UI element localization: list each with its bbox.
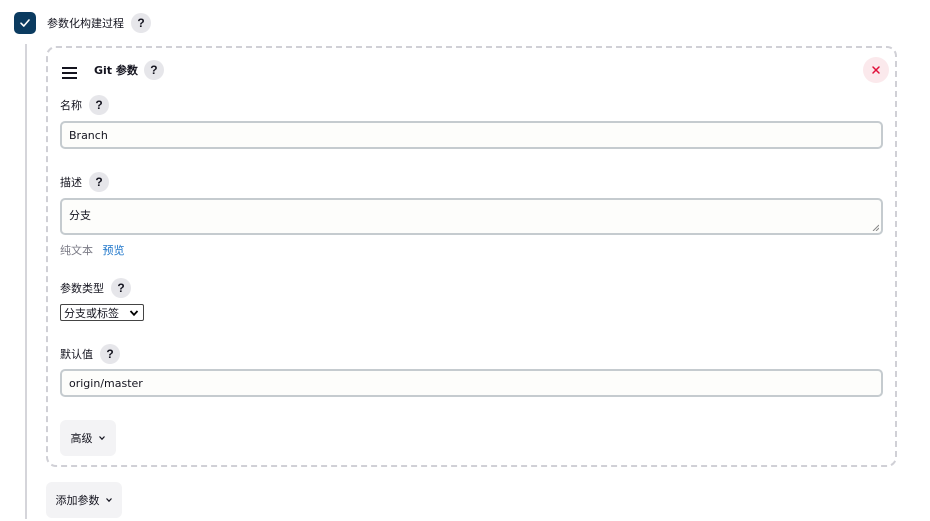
section-guide-line <box>25 44 27 519</box>
chevron-down-icon <box>129 310 139 317</box>
description-format-row: 纯文本 预览 <box>60 242 125 258</box>
name-help-button[interactable]: ? <box>89 95 109 115</box>
default-help-button[interactable]: ? <box>100 344 120 364</box>
check-icon <box>20 19 30 27</box>
plain-text-label: 纯文本 <box>60 244 93 257</box>
parameterized-row: 参数化构建过程 ? <box>14 12 151 34</box>
card-title: Git 参数 <box>94 64 138 77</box>
default-label-row: 默认值 ? <box>60 344 120 364</box>
card-title-help-button[interactable]: ? <box>143 60 164 80</box>
advanced-label: 高级 <box>70 432 93 445</box>
type-help-button[interactable]: ? <box>111 278 131 298</box>
chevron-down-icon <box>98 436 105 441</box>
description-label-row: 描述 ? <box>60 172 109 192</box>
type-label-row: 参数类型 ? <box>60 278 131 298</box>
add-parameter-button[interactable]: 添加参数 <box>46 482 122 518</box>
parameterized-help-button[interactable]: ? <box>131 13 151 33</box>
chevron-down-icon <box>105 498 112 503</box>
description-help-button[interactable]: ? <box>89 172 109 192</box>
preview-link[interactable]: 预览 <box>103 244 125 257</box>
close-icon <box>872 66 880 74</box>
add-parameter-label: 添加参数 <box>55 494 100 507</box>
type-select[interactable]: 分支或标签 <box>60 304 144 321</box>
drag-handle-icon[interactable] <box>62 67 77 82</box>
name-input[interactable]: Branch <box>60 121 883 149</box>
description-textarea[interactable]: 分支 <box>60 198 883 235</box>
description-label: 描述 <box>60 176 82 189</box>
git-parameter-card: Git 参数 ? 名称 ? Branch 描述 ? 分支 纯文本 预览 参数类型… <box>46 46 897 467</box>
default-value-input[interactable]: origin/master <box>60 369 883 397</box>
name-label-row: 名称 ? <box>60 95 109 115</box>
delete-parameter-button[interactable] <box>863 57 889 83</box>
default-label: 默认值 <box>60 348 93 361</box>
advanced-button[interactable]: 高级 <box>60 420 116 456</box>
parameterized-label: 参数化构建过程 <box>47 17 124 30</box>
description-text: 分支 <box>69 209 91 222</box>
type-label: 参数类型 <box>60 282 104 295</box>
resize-grip-icon[interactable] <box>872 224 879 231</box>
type-select-value: 分支或标签 <box>64 306 119 320</box>
name-label: 名称 <box>60 99 82 112</box>
card-header: Git 参数 ? <box>94 60 164 80</box>
parameterized-checkbox[interactable] <box>14 12 36 34</box>
